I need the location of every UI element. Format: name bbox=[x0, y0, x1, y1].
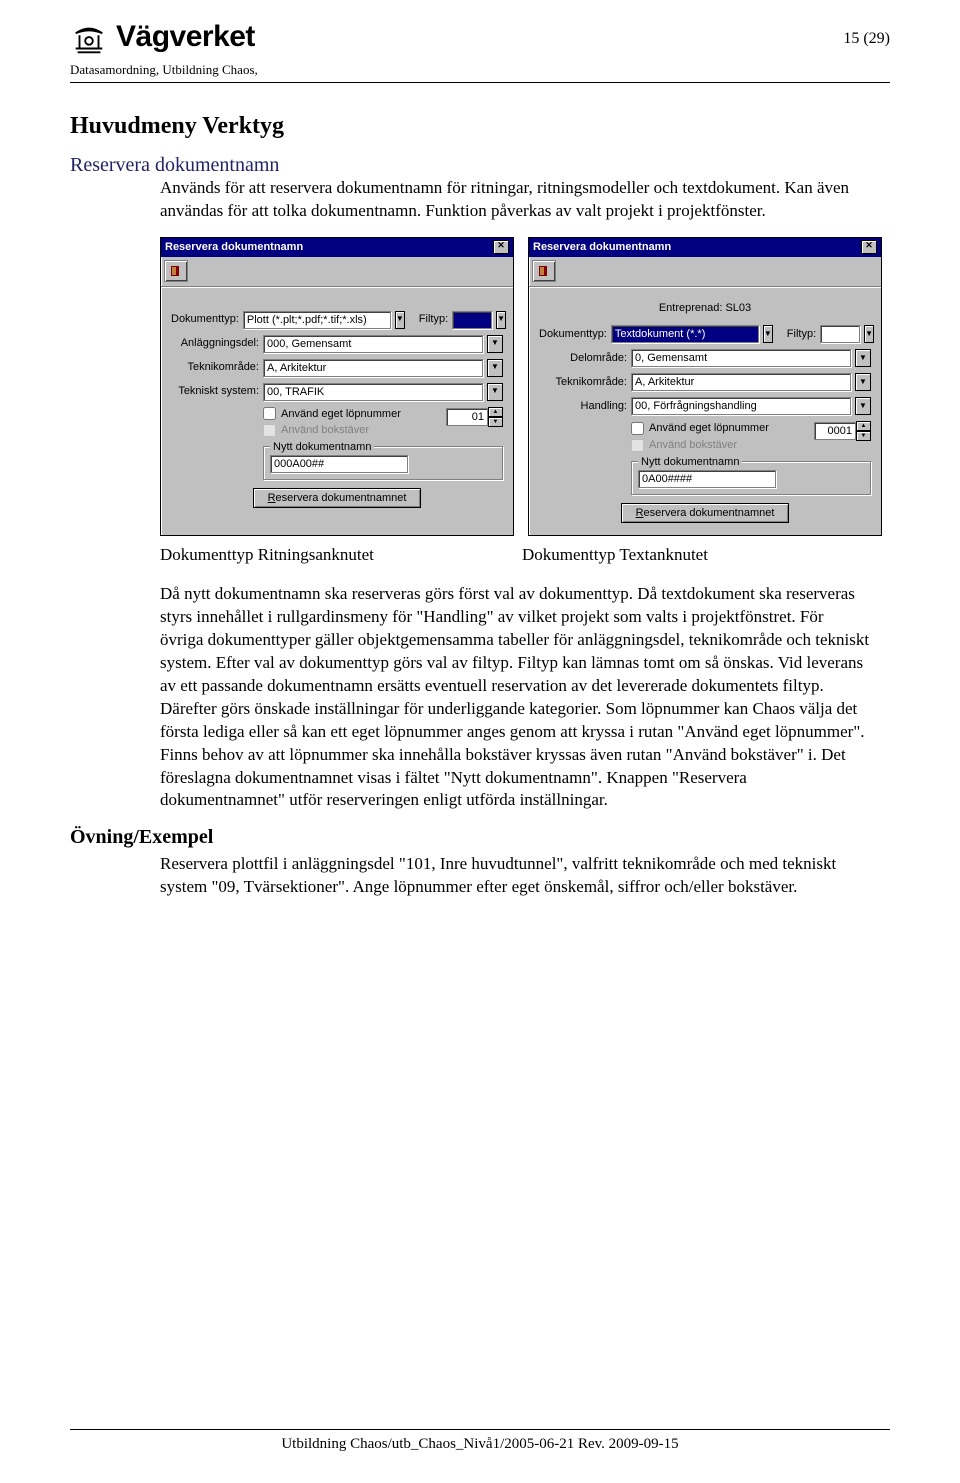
dialog-b-title: Reservera dokumentnamn bbox=[533, 240, 671, 255]
section-heading: Huvudmeny Verktyg bbox=[70, 113, 890, 140]
spin-up-icon[interactable]: ▲ bbox=[856, 421, 871, 431]
caption-left: Dokumenttyp Ritningsanknutet bbox=[160, 544, 508, 567]
group-legend: Nytt dokumentnamn bbox=[270, 440, 374, 455]
chevron-down-icon[interactable]: ▼ bbox=[487, 335, 503, 353]
reserve-button[interactable]: Reservera dokumentnamnet bbox=[253, 488, 422, 508]
label-teknikomrade: Teknikområde: bbox=[539, 375, 627, 390]
teknikomrade-select[interactable]: A, Arkitektur bbox=[263, 359, 483, 377]
chevron-down-icon[interactable]: ▼ bbox=[395, 311, 405, 329]
caption-right: Dokumenttyp Textanknutet bbox=[522, 544, 870, 567]
footer-line: Utbildning Chaos/utb_Chaos_Nivå1/2005-06… bbox=[70, 1429, 890, 1453]
spin-up-icon[interactable]: ▲ bbox=[488, 407, 503, 417]
item-heading: Reservera dokumentnamn bbox=[70, 154, 890, 177]
exempel-text: Reservera plottfil i anläggningsdel "101… bbox=[160, 853, 870, 899]
label-filtyp: Filtyp: bbox=[787, 327, 816, 342]
label-dokumenttyp: Dokumenttyp: bbox=[539, 327, 607, 342]
checkbox-use-letters: Använd bokstäver bbox=[631, 438, 810, 453]
checkbox-own-number[interactable]: Använd eget löpnummer bbox=[631, 421, 810, 436]
spin-down-icon[interactable]: ▼ bbox=[488, 417, 503, 427]
chevron-down-icon[interactable]: ▼ bbox=[487, 359, 503, 377]
dokumenttyp-select[interactable]: Plott (*.plt;*.pdf;*.tif;*.xls) bbox=[243, 311, 391, 329]
chevron-down-icon[interactable]: ▼ bbox=[855, 349, 871, 367]
door-icon[interactable] bbox=[164, 260, 188, 282]
checkbox-use-letters: Använd bokstäver bbox=[263, 423, 442, 438]
reserve-button[interactable]: Reservera dokumentnamnet bbox=[621, 503, 790, 523]
exempel-heading: Övning/Exempel bbox=[70, 826, 890, 849]
label-teknikomrade: Teknikområde: bbox=[171, 360, 259, 375]
entreprenad-label: Entreprenad: SL03 bbox=[539, 301, 871, 316]
chevron-down-icon[interactable]: ▼ bbox=[855, 397, 871, 415]
door-icon[interactable] bbox=[532, 260, 556, 282]
group-legend: Nytt dokumentnamn bbox=[638, 455, 742, 470]
dialog-text: Reservera dokumentnamn ✕ Entreprenad: SL… bbox=[528, 237, 882, 536]
group-new-name: Nytt dokumentnamn 000A00## bbox=[263, 446, 503, 480]
subheader-line: Datasamordning, Utbildning Chaos, bbox=[70, 62, 890, 83]
chevron-down-icon[interactable]: ▼ bbox=[763, 325, 773, 343]
label-anlaggningsdel: Anläggningsdel: bbox=[171, 336, 259, 351]
page-number: 15 (29) bbox=[843, 20, 890, 48]
label-tekniskt-system: Tekniskt system: bbox=[171, 384, 259, 399]
close-icon[interactable]: ✕ bbox=[493, 240, 509, 254]
new-name-field[interactable]: 0A00#### bbox=[638, 470, 776, 488]
new-name-field[interactable]: 000A00## bbox=[270, 455, 408, 473]
filtyp-select[interactable] bbox=[820, 325, 860, 343]
page-header: Vägverket 15 (29) bbox=[70, 20, 890, 58]
checkbox-own-number[interactable]: Använd eget löpnummer bbox=[263, 407, 442, 422]
brand-text: Vägverket bbox=[116, 20, 255, 54]
label-dokumenttyp: Dokumenttyp: bbox=[171, 312, 239, 327]
tekniskt-system-select[interactable]: 00, TRAFIK bbox=[263, 383, 483, 401]
lopnummer-input[interactable]: 01 bbox=[446, 408, 488, 426]
dokumenttyp-select[interactable]: Textdokument (*.*) bbox=[611, 325, 759, 343]
dialog-ritning: Reservera dokumentnamn ✕ Dokumenttyp: Pl… bbox=[160, 237, 514, 536]
chevron-down-icon[interactable]: ▼ bbox=[487, 383, 503, 401]
chevron-down-icon[interactable]: ▼ bbox=[855, 373, 871, 391]
label-handling: Handling: bbox=[539, 399, 627, 414]
vagverket-logo-icon bbox=[70, 20, 108, 58]
chevron-down-icon[interactable]: ▼ bbox=[496, 311, 506, 329]
close-icon[interactable]: ✕ bbox=[861, 240, 877, 254]
label-filtyp: Filtyp: bbox=[419, 312, 448, 327]
delomrade-select[interactable]: 0, Gemensamt bbox=[631, 349, 851, 367]
teknikomrade-select[interactable]: A, Arkitektur bbox=[631, 373, 851, 391]
lopnummer-input[interactable]: 0001 bbox=[814, 422, 856, 440]
handling-select[interactable]: 00, Förfrågningshandling bbox=[631, 397, 851, 415]
dialog-a-title: Reservera dokumentnamn bbox=[165, 240, 303, 255]
filtyp-select[interactable] bbox=[452, 311, 492, 329]
intro-paragraph: Används för att reservera dokumentnamn f… bbox=[160, 177, 870, 223]
label-delomrade: Delområde: bbox=[539, 351, 627, 366]
spin-down-icon[interactable]: ▼ bbox=[856, 431, 871, 441]
chevron-down-icon[interactable]: ▼ bbox=[864, 325, 874, 343]
body-main-paragraph: Då nytt dokumentnamn ska reserveras görs… bbox=[160, 583, 870, 812]
anlaggningsdel-select[interactable]: 000, Gemensamt bbox=[263, 335, 483, 353]
group-new-name: Nytt dokumentnamn 0A00#### bbox=[631, 461, 871, 495]
